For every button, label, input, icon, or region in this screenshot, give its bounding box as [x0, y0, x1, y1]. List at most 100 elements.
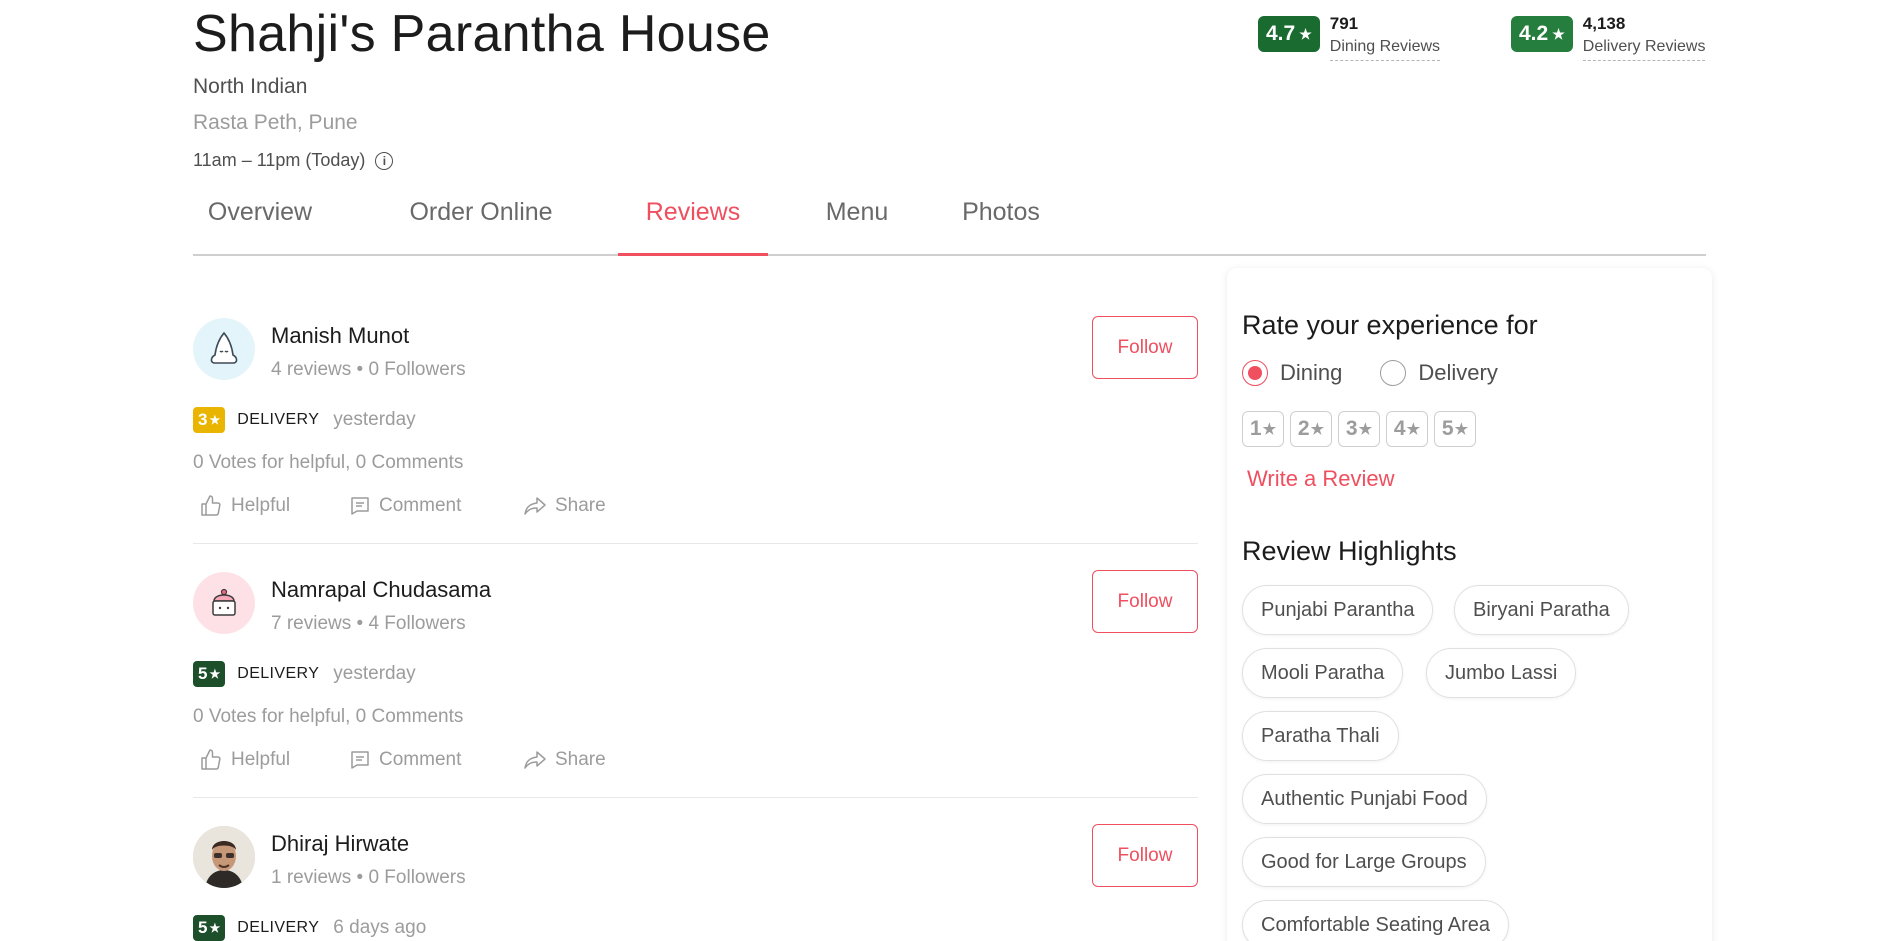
radio-dining[interactable]: Dining — [1242, 360, 1342, 386]
star-rating-2[interactable]: 2 ★ — [1290, 411, 1332, 447]
helpful-button[interactable]: Helpful — [199, 494, 349, 518]
comment-label: Comment — [379, 749, 462, 770]
review-card: Manish Munot 4 reviews • 0 Followers Fol… — [193, 316, 1198, 528]
comment-button[interactable]: Comment — [349, 749, 523, 771]
review-actions: Helpful Comment Share — [199, 748, 606, 772]
radio-delivery[interactable]: Delivery — [1380, 360, 1498, 386]
reviewer-stats: 7 reviews • 4 Followers — [271, 613, 466, 634]
star-icon: ★ — [1262, 421, 1277, 438]
highlight-chip[interactable]: Mooli Paratha — [1242, 648, 1404, 698]
share-icon — [524, 497, 546, 515]
review-divider — [193, 797, 1198, 798]
star-rating-2-label: 2 — [1297, 417, 1310, 440]
dining-reviews-link[interactable]: Dining Reviews — [1329, 37, 1441, 61]
star-rating-4-label: 4 — [1393, 417, 1406, 440]
review-rating-badge: 3 ★ — [193, 407, 226, 433]
star-rating-3[interactable]: 3 ★ — [1338, 411, 1380, 447]
star-icon: ★ — [1299, 25, 1312, 42]
helpful-label: Helpful — [231, 749, 291, 770]
delivery-review-count: 4,138 — [1582, 14, 1626, 33]
star-rating-input: 1 ★ 2 ★ 3 ★ 4 ★ 5 ★ — [1242, 411, 1476, 447]
star-rating-5-label: 5 — [1441, 417, 1454, 440]
follow-button[interactable]: Follow — [1092, 316, 1198, 379]
star-icon: ★ — [1552, 25, 1565, 42]
review-rating-row: 5 ★ DELIVERY yesterday — [193, 661, 416, 687]
comment-icon — [351, 497, 369, 515]
tab-bar: Overview Order Online Reviews Menu Photo… — [193, 188, 1706, 256]
info-icon[interactable]: i — [375, 151, 394, 170]
star-icon: ★ — [209, 921, 221, 935]
follow-button[interactable]: Follow — [1092, 570, 1198, 633]
follow-button[interactable]: Follow — [1092, 824, 1198, 887]
share-button[interactable]: Share — [523, 495, 606, 517]
order-type: DELIVERY — [237, 665, 320, 682]
experience-type-selector: Dining Delivery — [1242, 360, 1498, 386]
comment-button[interactable]: Comment — [349, 495, 523, 517]
review-rating-value: 3 — [198, 410, 208, 429]
tab-reviews[interactable]: Reviews — [618, 188, 768, 256]
tab-overview[interactable]: Overview — [193, 188, 327, 254]
review-rating-badge: 5 ★ — [193, 661, 226, 687]
review-card: Dhiraj Hirwate 1 reviews • 0 Followers F… — [193, 824, 1198, 941]
highlight-chip[interactable]: Comfortable Seating Area — [1242, 900, 1510, 941]
highlight-chip[interactable]: Paratha Thali — [1242, 711, 1399, 761]
cuisine-label: North Indian — [193, 75, 308, 98]
review-time: yesterday — [333, 409, 416, 430]
review-highlights-title: Review Highlights — [1242, 536, 1457, 566]
share-button[interactable]: Share — [523, 749, 606, 771]
reviewer-stats: 1 reviews • 0 Followers — [271, 867, 466, 888]
tab-order-online[interactable]: Order Online — [389, 188, 573, 254]
review-divider — [193, 543, 1198, 544]
order-type: DELIVERY — [237, 919, 320, 936]
highlight-chip[interactable]: Jumbo Lassi — [1426, 648, 1577, 698]
star-icon: ★ — [1358, 421, 1373, 438]
dining-rating-badge: 4.7 ★ — [1258, 16, 1320, 52]
helpful-label: Helpful — [231, 495, 291, 516]
radio-delivery-label: Delivery — [1418, 360, 1498, 385]
comment-label: Comment — [379, 495, 462, 516]
helpful-button[interactable]: Helpful — [199, 748, 349, 772]
tab-photos[interactable]: Photos — [951, 188, 1051, 254]
tab-menu[interactable]: Menu — [815, 188, 899, 254]
opening-hours: 11am – 11pm (Today) i — [193, 150, 394, 171]
star-icon: ★ — [1406, 421, 1421, 438]
star-rating-1[interactable]: 1 ★ — [1242, 411, 1284, 447]
star-rating-3-label: 3 — [1345, 417, 1358, 440]
delivery-rating-value: 4.2 — [1519, 22, 1549, 45]
radio-unselected-icon — [1380, 360, 1407, 386]
star-icon: ★ — [1454, 421, 1469, 438]
review-votes: 0 Votes for helpful, 0 Comments — [193, 706, 464, 727]
restaurant-name: Shahji's Parantha House — [193, 5, 771, 63]
reviewer-name[interactable]: Dhiraj Hirwate — [271, 831, 409, 857]
star-rating-4[interactable]: 4 ★ — [1386, 411, 1428, 447]
dining-rating-value: 4.7 — [1266, 22, 1296, 45]
locality-label: Rasta Peth, Pune — [193, 111, 358, 134]
star-rating-1-label: 1 — [1249, 417, 1262, 440]
highlight-chip[interactable]: Punjabi Parantha — [1242, 585, 1434, 635]
write-review-link[interactable]: Write a Review — [1247, 466, 1395, 492]
delivery-rating-badge: 4.2 ★ — [1511, 16, 1573, 52]
review-rating-row: 5 ★ DELIVERY 6 days ago — [193, 915, 426, 941]
share-label: Share — [555, 495, 606, 516]
cupcake-icon[interactable] — [193, 572, 255, 634]
review-card: Namrapal Chudasama 7 reviews • 4 Followe… — [193, 570, 1198, 782]
delivery-rating[interactable]: 4.2 ★ 4,138 Delivery Reviews — [1511, 14, 1706, 61]
highlight-chip[interactable]: Authentic Punjabi Food — [1242, 774, 1487, 824]
star-icon: ★ — [209, 667, 221, 681]
star-icon: ★ — [209, 413, 221, 427]
delivery-reviews-link[interactable]: Delivery Reviews — [1582, 37, 1706, 61]
review-actions: Helpful Comment Share — [199, 494, 606, 518]
ghost-icon[interactable] — [193, 318, 255, 380]
star-icon: ★ — [1310, 421, 1325, 438]
user-photo-icon[interactable] — [193, 826, 255, 888]
highlight-chip[interactable]: Good for Large Groups — [1242, 837, 1486, 887]
dining-review-count: 791 — [1329, 14, 1359, 33]
reviewer-name[interactable]: Namrapal Chudasama — [271, 577, 491, 603]
highlight-chip[interactable]: Biryani Paratha — [1454, 585, 1629, 635]
dining-rating[interactable]: 4.7 ★ 791 Dining Reviews — [1258, 14, 1441, 61]
reviewer-name[interactable]: Manish Munot — [271, 323, 409, 349]
comment-icon — [351, 751, 369, 769]
star-rating-5[interactable]: 5 ★ — [1434, 411, 1476, 447]
rate-experience-title: Rate your experience for — [1242, 310, 1538, 340]
review-time: yesterday — [333, 663, 416, 684]
